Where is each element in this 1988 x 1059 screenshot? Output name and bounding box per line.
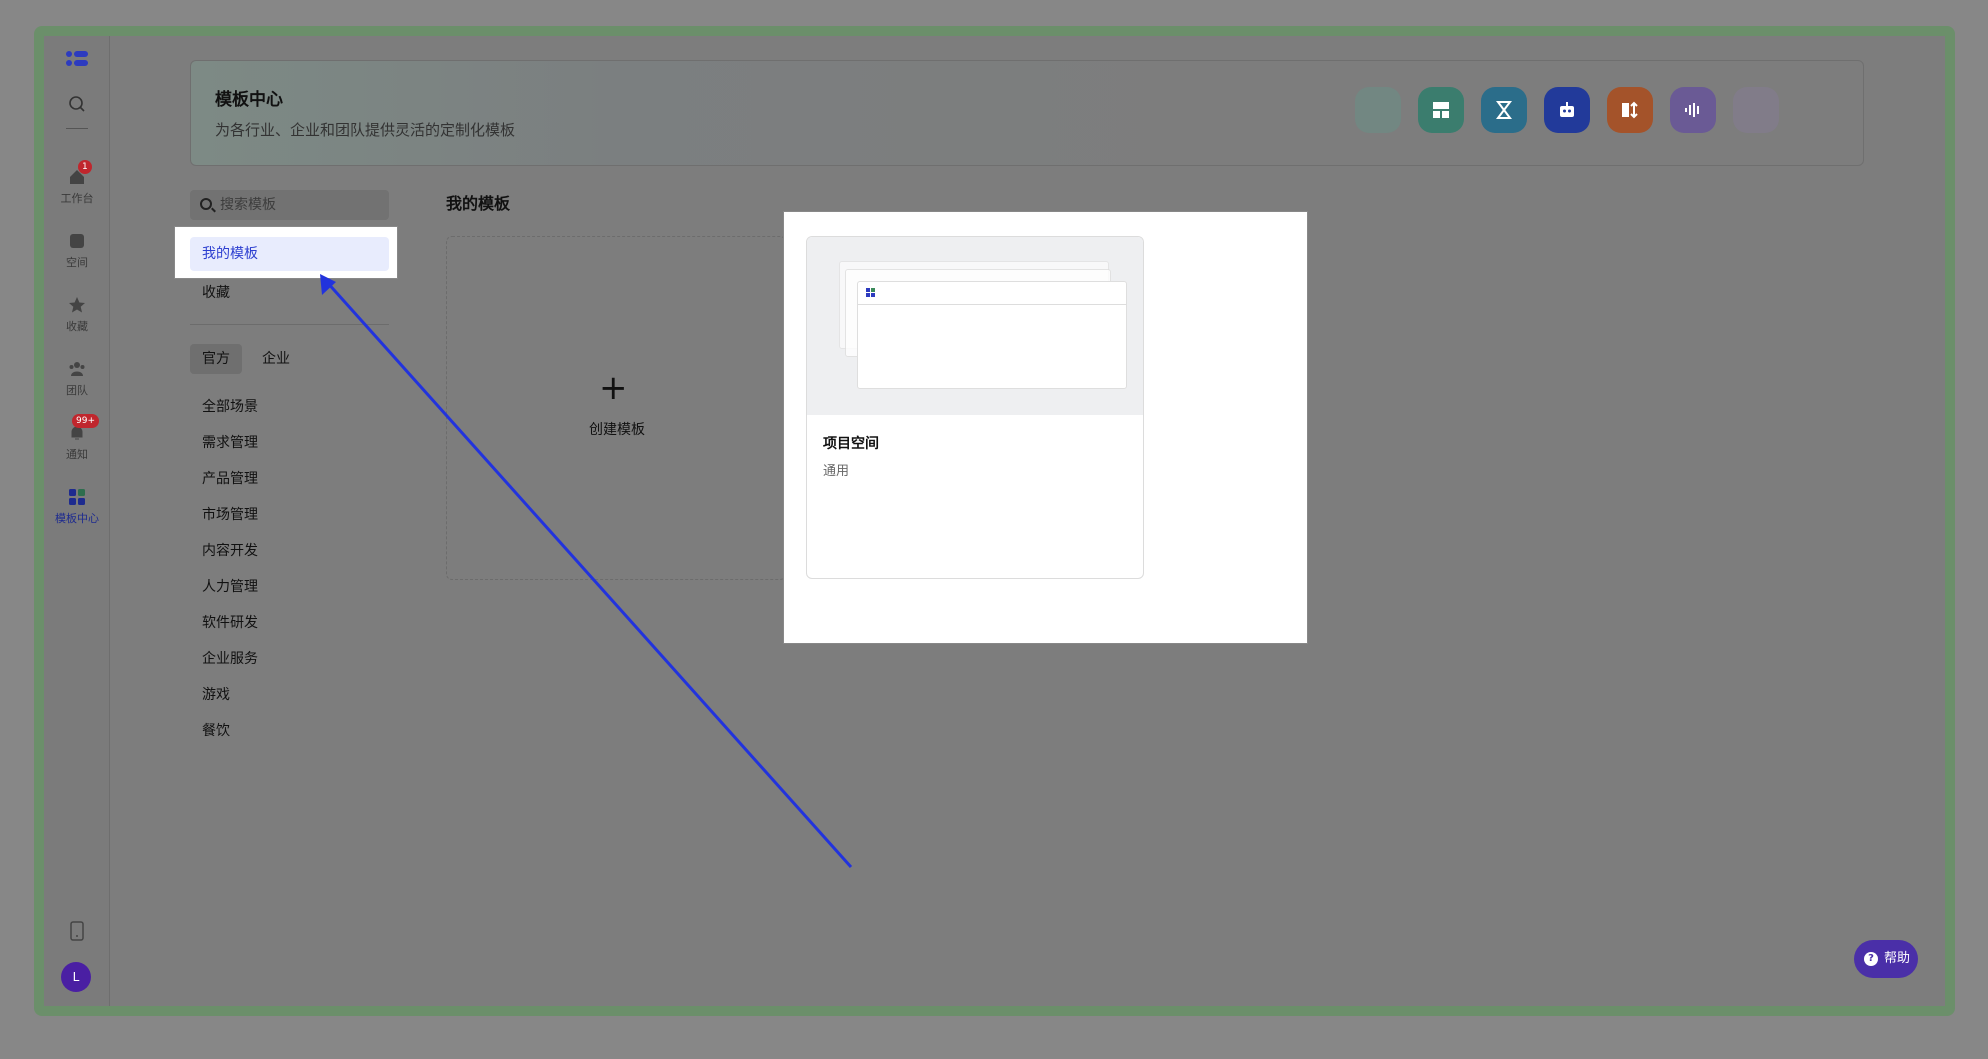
team-icon [69, 362, 85, 376]
category-item[interactable]: 人力管理 [202, 576, 258, 596]
search-icon [200, 198, 212, 210]
sort-icon [1607, 87, 1653, 133]
template-name: 项目空间 [823, 436, 879, 452]
page-subtitle: 为各行业、企业和团队提供灵活的定制化模板 [215, 121, 516, 139]
rail-label: 空间 [66, 256, 88, 269]
template-icon [866, 288, 875, 297]
create-template-card[interactable]: + 创建模板 [446, 236, 786, 580]
plus-icon: + [599, 368, 628, 408]
category-item[interactable]: 企业服务 [202, 648, 258, 668]
template-icon [69, 489, 85, 505]
create-template-label: 创建模板 [589, 422, 645, 438]
section-title: 我的模板 [446, 194, 511, 213]
category-item[interactable]: 需求管理 [202, 432, 258, 452]
left-rail: 工作台 1 空间 收藏 团队 通知 99+ 模板中心 L [44, 36, 110, 1006]
rail-label: 通知 [66, 448, 88, 461]
template-thumbnail [807, 237, 1143, 415]
sidebar-item-favorites[interactable]: 收藏 [202, 282, 230, 302]
search-input[interactable]: 搜索模板 [190, 190, 389, 220]
notification-badge: 1 [78, 160, 92, 174]
rail-label: 模板中心 [55, 512, 99, 525]
template-center-banner: 模板中心 为各行业、企业和团队提供灵活的定制化模板 [190, 60, 1864, 166]
page-title: 模板中心 [215, 90, 283, 110]
app-icon-faded [1733, 87, 1779, 133]
category-item[interactable]: 全部场景 [202, 396, 258, 416]
category-item[interactable]: 内容开发 [202, 540, 258, 560]
space-icon [70, 234, 84, 248]
rail-item-team[interactable]: 团队 [44, 360, 110, 398]
notification-badge: 99+ [72, 414, 99, 428]
mobile-icon[interactable] [69, 921, 85, 941]
rail-item-favorites[interactable]: 收藏 [44, 296, 110, 334]
rail-item-notifications[interactable]: 通知 99+ [44, 414, 110, 462]
sidebar-item-my-templates[interactable]: 我的模板 [190, 237, 389, 271]
robot-icon [1544, 87, 1590, 133]
rail-label: 团队 [66, 384, 88, 397]
search-icon[interactable] [68, 95, 86, 113]
rail-item-space[interactable]: 空间 [44, 232, 110, 270]
rail-divider [66, 128, 88, 129]
help-icon: ? [1864, 952, 1878, 966]
app-logo-icon[interactable] [65, 50, 89, 68]
avatar[interactable]: L [61, 962, 91, 992]
layout-icon [1418, 87, 1464, 133]
category-item[interactable]: 餐饮 [202, 720, 230, 740]
star-icon [69, 297, 85, 313]
rail-item-template-center[interactable]: 模板中心 [44, 488, 110, 526]
search-placeholder: 搜索模板 [220, 197, 276, 213]
app-icon-faded [1355, 87, 1401, 133]
category-item[interactable]: 产品管理 [202, 468, 258, 488]
template-category: 通用 [823, 464, 850, 479]
help-label: 帮助 [1884, 951, 1911, 966]
thumbnail-sheet [857, 281, 1127, 389]
tab-official[interactable]: 官方 [190, 344, 242, 374]
template-card[interactable]: 项目空间 通用 [806, 236, 1144, 579]
help-button[interactable]: ? 帮助 [1854, 940, 1918, 978]
category-item[interactable]: 软件研发 [202, 612, 258, 632]
rail-label: 收藏 [66, 320, 88, 333]
hourglass-icon [1481, 87, 1527, 133]
audio-wave-icon [1670, 87, 1716, 133]
tab-enterprise[interactable]: 企业 [250, 344, 302, 374]
rail-label: 工作台 [60, 192, 94, 205]
rail-item-workbench[interactable]: 工作台 1 [44, 160, 110, 206]
category-item[interactable]: 游戏 [202, 684, 230, 704]
category-item[interactable]: 市场管理 [202, 504, 258, 524]
sidebar-divider [190, 324, 389, 325]
